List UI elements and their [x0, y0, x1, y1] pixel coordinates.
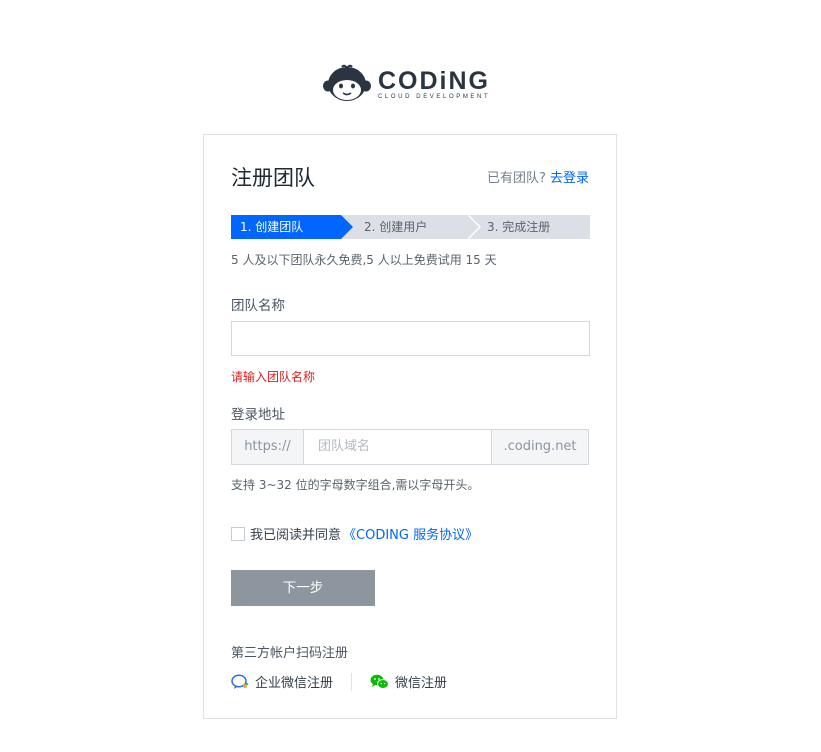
- page-title: 注册团队: [231, 166, 315, 190]
- step-complete: 3. 完成注册: [487, 220, 551, 234]
- step-separator-icon: [468, 215, 482, 239]
- service-agreement-link[interactable]: 《CODING 服务协议》: [343, 524, 478, 543]
- wecom-register-label: 企业微信注册: [255, 676, 334, 691]
- brand-tagline: CLOUD DEVELOPMENT: [378, 93, 491, 100]
- step-create-user: 2. 创建用户: [364, 220, 428, 234]
- wechat-icon: [370, 674, 390, 689]
- login-prompt: 已有团队?: [486, 171, 546, 186]
- third-party-title: 第三方帐户扫码注册: [231, 646, 349, 661]
- address-hint: 支持 3~32 位的字母数字组合,需以字母开头。: [231, 478, 480, 492]
- team-name-input[interactable]: [231, 321, 590, 356]
- wechat-register-button[interactable]: 微信注册: [370, 672, 447, 691]
- agreement-checkbox[interactable]: [231, 526, 245, 541]
- register-card: 注册团队 已有团队? 去登录 1. 创建团队 2. 创建用户 3. 完成注册 5…: [203, 134, 617, 719]
- options-divider: [351, 672, 353, 691]
- team-name-label: 团队名称: [231, 298, 285, 314]
- coding-logo: CODiNG CLOUD DEVELOPMENT: [322, 64, 490, 104]
- wecom-register-button[interactable]: 企业微信注册: [231, 672, 333, 691]
- step-create-team: 1. 创建团队: [231, 215, 353, 239]
- pricing-note: 5 人及以下团队永久免费,5 人以上免费试用 15 天: [231, 253, 497, 267]
- wecom-icon: [231, 673, 249, 689]
- team-name-error: 请输入团队名称: [231, 370, 316, 384]
- monkey-logo-icon: [323, 64, 371, 101]
- agreement-text: 我已阅读并同意: [250, 528, 342, 543]
- login-hint: 已有团队? 去登录: [487, 167, 589, 186]
- login-address-label: 登录地址: [231, 407, 285, 423]
- address-suffix: .coding.net: [491, 430, 588, 464]
- brand-name: CODiNG: [378, 66, 490, 95]
- login-address-field: https:// 团队域名 .coding.net: [231, 429, 589, 465]
- wechat-register-label: 微信注册: [395, 676, 448, 691]
- team-domain-input[interactable]: 团队域名: [304, 430, 491, 464]
- step-indicator: 1. 创建团队 2. 创建用户 3. 完成注册: [231, 215, 590, 239]
- address-prefix: https://: [232, 430, 304, 464]
- agreement-row: 我已阅读并同意 《CODING 服务协议》: [231, 524, 478, 543]
- third-party-options: 企业微信注册 微信注册: [231, 672, 447, 691]
- login-link[interactable]: 去登录: [550, 171, 589, 186]
- next-step-button[interactable]: 下一步: [231, 570, 375, 606]
